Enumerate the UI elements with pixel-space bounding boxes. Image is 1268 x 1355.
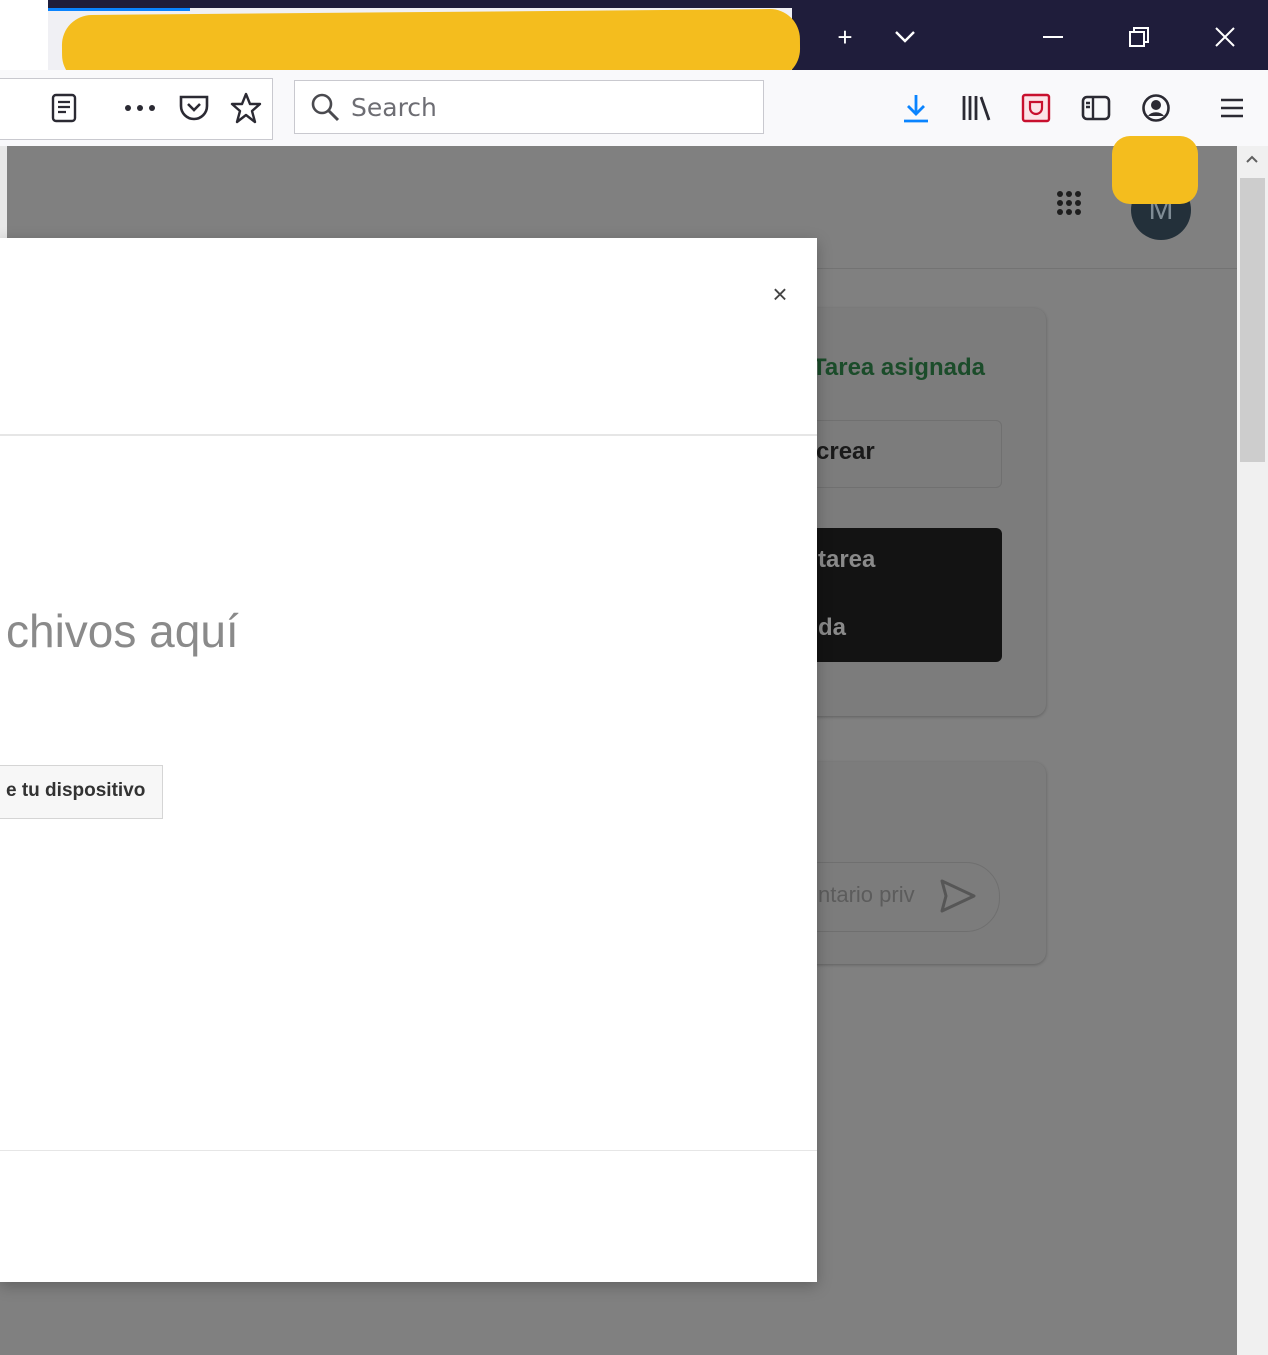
mark-done-label-line2: da	[818, 614, 847, 641]
pocket-button[interactable]	[174, 88, 214, 128]
sidebar-button[interactable]	[1076, 88, 1116, 128]
search-icon	[311, 93, 340, 122]
pocket-icon	[179, 95, 209, 121]
hamburger-menu-icon	[1221, 98, 1243, 118]
page-actions-button[interactable]	[120, 88, 160, 128]
close-dialog-button[interactable]: ×	[760, 274, 800, 314]
tab-list-button[interactable]	[882, 16, 928, 58]
select-from-device-button[interactable]: e tu dispositivo	[0, 765, 163, 819]
star-icon	[230, 92, 262, 124]
bookmark-button[interactable]	[226, 88, 266, 128]
sidebar-icon	[1081, 95, 1111, 121]
app-menu-button[interactable]	[1212, 88, 1252, 128]
shield-extension-icon	[1021, 93, 1051, 123]
library-button[interactable]	[956, 88, 996, 128]
comment-placeholder: ntario priv	[818, 882, 915, 907]
dialog-footer-divider	[0, 1150, 817, 1151]
extension-button[interactable]	[1016, 88, 1056, 128]
reader-view-button[interactable]	[44, 88, 84, 128]
assignment-status: Tarea asignada	[812, 354, 985, 381]
scrollbar-thumb[interactable]	[1240, 178, 1265, 462]
downloads-button[interactable]	[896, 88, 936, 128]
new-tab-button[interactable]: +	[822, 16, 868, 58]
minimize-icon	[1043, 36, 1063, 38]
minimize-button[interactable]	[1030, 16, 1076, 58]
download-icon	[904, 95, 928, 123]
account-button[interactable]	[1136, 88, 1176, 128]
browser-navbar: Search	[0, 70, 1268, 147]
active-tab-indicator	[48, 8, 190, 11]
chevron-down-icon	[895, 31, 915, 43]
restore-button[interactable]	[1116, 16, 1162, 58]
account-icon	[1142, 94, 1170, 122]
search-placeholder: Search	[351, 93, 437, 122]
file-upload-dialog: × chivos aquí e tu dispositivo	[0, 238, 817, 1282]
search-input[interactable]: Search	[294, 80, 764, 134]
page-scrollbar[interactable]	[1237, 146, 1268, 1355]
browser-titlebar: +	[0, 0, 1268, 86]
select-from-device-label: e tu dispositivo	[6, 780, 146, 801]
mark-done-label-line1: tarea	[818, 546, 876, 573]
scroll-up-icon[interactable]	[1245, 154, 1259, 164]
dialog-header	[0, 238, 817, 436]
more-icon	[125, 105, 155, 111]
redaction-mark	[1112, 136, 1198, 204]
drop-zone-text: chivos aquí	[6, 605, 239, 657]
library-icon	[962, 96, 991, 121]
tab-strip-left	[0, 0, 48, 70]
plus-icon: +	[837, 21, 853, 52]
close-icon	[1215, 27, 1235, 47]
reader-view-icon	[51, 93, 77, 123]
send-icon[interactable]	[938, 876, 978, 916]
create-button-label: crear	[816, 438, 875, 465]
apps-grid-icon[interactable]	[1054, 188, 1090, 224]
restore-icon	[1129, 27, 1149, 47]
close-window-button[interactable]	[1202, 16, 1248, 58]
